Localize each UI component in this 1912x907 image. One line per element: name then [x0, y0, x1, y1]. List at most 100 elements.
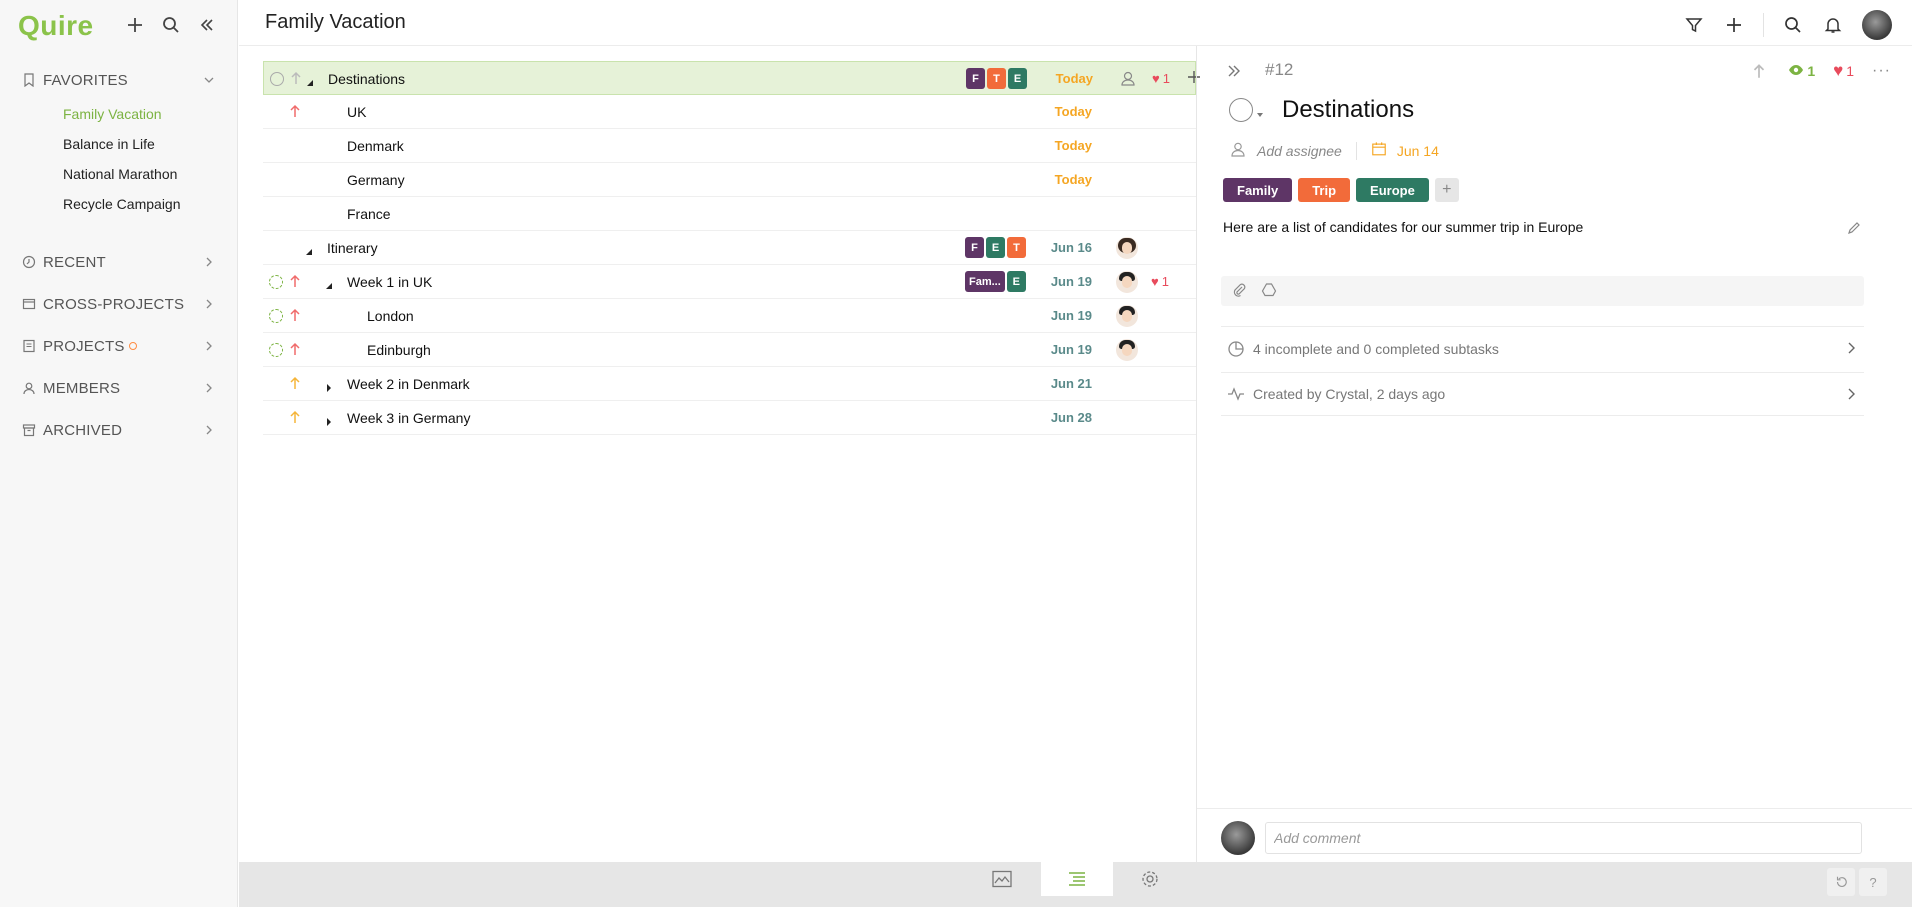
- brand-logo[interactable]: Quire: [18, 10, 94, 42]
- task-row-week-2-in-denmark[interactable]: Week 2 in Denmark Jun 21: [263, 367, 1196, 401]
- task-row-uk[interactable]: UK Today: [263, 95, 1196, 129]
- task-row-denmark[interactable]: Denmark Today: [263, 129, 1196, 163]
- task-row-week-3-in-germany[interactable]: Week 3 in Germany Jun 28: [263, 401, 1196, 435]
- task-status-circle[interactable]: [1229, 98, 1253, 122]
- expand-triangle-icon[interactable]: [325, 413, 333, 426]
- activity-summary[interactable]: Created by Crystal, 2 days ago: [1221, 372, 1864, 416]
- sidebar-item-cross-projects[interactable]: CROSS-PROJECTS: [0, 290, 238, 318]
- bell-icon[interactable]: [1822, 14, 1844, 36]
- sidebar-item-recent[interactable]: RECENT: [0, 248, 238, 276]
- tag-trip[interactable]: T: [1007, 237, 1026, 258]
- assignee-avatar[interactable]: [1116, 339, 1138, 361]
- task-due-date[interactable]: Today: [1034, 172, 1092, 187]
- tag-europe[interactable]: E: [986, 237, 1005, 258]
- expand-panel-icon[interactable]: [1223, 60, 1245, 82]
- tag-family[interactable]: F: [966, 68, 985, 89]
- sidebar-item-members[interactable]: MEMBERS: [0, 374, 238, 402]
- priority-arrow-icon[interactable]: [289, 70, 303, 86]
- timeline-view-icon[interactable]: [966, 862, 1038, 896]
- priority-arrow-icon[interactable]: [288, 341, 302, 357]
- sidebar-item-archived[interactable]: ARCHIVED: [0, 416, 238, 444]
- task-name[interactable]: UK: [347, 104, 366, 120]
- task-row-edinburgh[interactable]: Edinburgh Jun 19: [263, 333, 1196, 367]
- task-due-date[interactable]: Jun 21: [1034, 376, 1092, 391]
- user-avatar[interactable]: [1862, 10, 1892, 40]
- search-icon[interactable]: [1782, 14, 1804, 36]
- subtasks-summary[interactable]: 4 incomplete and 0 completed subtasks: [1221, 326, 1864, 370]
- favorite-item-national-marathon[interactable]: National Marathon: [63, 166, 177, 182]
- tag-europe[interactable]: Europe: [1356, 178, 1429, 202]
- task-name[interactable]: Week 1 in UK: [347, 274, 432, 290]
- expand-triangle-icon[interactable]: [325, 379, 333, 392]
- task-due-date[interactable]: Jun 19: [1034, 274, 1092, 289]
- task-due-date[interactable]: Today: [1034, 138, 1092, 153]
- caret-down-icon[interactable]: [1256, 106, 1264, 117]
- task-row-week-1-in-uk[interactable]: Week 1 in UK Fam... E Jun 19 ♥ 1: [263, 265, 1196, 299]
- list-view-icon[interactable]: [1041, 862, 1113, 896]
- more-icon[interactable]: ···: [1872, 62, 1891, 80]
- sidebar-item-projects[interactable]: PROJECTS: [0, 332, 238, 360]
- assignee-avatar[interactable]: [1116, 305, 1138, 327]
- task-name[interactable]: Germany: [347, 172, 405, 188]
- watchers-count[interactable]: 1: [1788, 63, 1815, 79]
- like-count[interactable]: ♥ 1: [1152, 71, 1170, 86]
- favorite-item-balance-in-life[interactable]: Balance in Life: [63, 136, 155, 152]
- task-due-date[interactable]: Jun 19: [1034, 342, 1092, 357]
- settings-gear-icon[interactable]: [1114, 862, 1186, 896]
- task-name[interactable]: France: [347, 206, 391, 222]
- priority-arrow-icon[interactable]: [288, 273, 302, 289]
- priority-arrow-icon[interactable]: [288, 307, 302, 323]
- task-name[interactable]: London: [367, 308, 414, 324]
- undo-icon[interactable]: [1827, 868, 1855, 896]
- tag-family[interactable]: Family: [1223, 178, 1293, 202]
- collapse-triangle-icon[interactable]: [305, 243, 313, 255]
- favorite-item-recycle-campaign[interactable]: Recycle Campaign: [63, 196, 181, 212]
- filter-icon[interactable]: [1683, 14, 1705, 36]
- like-count[interactable]: ♥ 1: [1151, 274, 1169, 289]
- assignee-avatar[interactable]: [1116, 237, 1138, 259]
- task-due-date[interactable]: Today: [1034, 104, 1092, 119]
- favorites-section[interactable]: FAVORITES: [0, 66, 238, 94]
- priority-arrow-icon[interactable]: [288, 409, 302, 425]
- priority-arrow-icon[interactable]: [288, 375, 302, 391]
- edit-pencil-icon[interactable]: [1846, 220, 1862, 236]
- assignee-placeholder-icon[interactable]: [1117, 68, 1139, 90]
- collapse-sidebar-icon[interactable]: [196, 14, 218, 36]
- task-status-in-progress[interactable]: [269, 275, 283, 289]
- tag-europe[interactable]: E: [1006, 271, 1026, 292]
- task-status-in-progress[interactable]: [269, 343, 283, 357]
- task-status-in-progress[interactable]: [269, 309, 283, 323]
- tag-family[interactable]: F: [965, 237, 984, 258]
- task-description[interactable]: Here are a list of candidates for our su…: [1223, 219, 1583, 235]
- google-drive-icon[interactable]: [1261, 282, 1277, 301]
- add-tag-button[interactable]: +: [1434, 178, 1459, 202]
- search-icon[interactable]: [160, 14, 182, 36]
- assignee-avatar[interactable]: [1116, 271, 1138, 293]
- paperclip-icon[interactable]: [1231, 282, 1247, 301]
- add-task-icon[interactable]: [1723, 14, 1745, 36]
- task-row-itinerary[interactable]: Itinerary F E T Jun 16: [263, 231, 1196, 265]
- tag-europe[interactable]: E: [1008, 68, 1027, 89]
- tag-trip[interactable]: Trip: [1298, 178, 1351, 202]
- task-due-date[interactable]: Jun 19: [1034, 308, 1092, 323]
- task-name[interactable]: Week 2 in Denmark: [347, 376, 470, 392]
- task-row-london[interactable]: London Jun 19: [263, 299, 1196, 333]
- task-row-germany[interactable]: Germany Today: [263, 163, 1196, 197]
- comment-input[interactable]: [1265, 822, 1862, 854]
- help-button[interactable]: ?: [1859, 868, 1887, 896]
- due-date[interactable]: Jun 14: [1397, 143, 1439, 159]
- priority-arrow-icon[interactable]: [288, 103, 302, 119]
- task-name[interactable]: Week 3 in Germany: [347, 410, 470, 426]
- task-due-date[interactable]: Jun 16: [1034, 240, 1092, 255]
- collapse-triangle-icon[interactable]: [325, 277, 333, 289]
- task-name[interactable]: Edinburgh: [367, 342, 431, 358]
- tag-trip[interactable]: T: [987, 68, 1006, 89]
- task-name[interactable]: Denmark: [347, 138, 404, 154]
- tag-family[interactable]: Fam...: [965, 271, 1005, 292]
- add-assignee[interactable]: Add assignee: [1257, 143, 1342, 159]
- add-icon[interactable]: [124, 14, 146, 36]
- collapse-triangle-icon[interactable]: [306, 74, 314, 86]
- task-status-circle[interactable]: [270, 72, 284, 86]
- task-name[interactable]: Destinations: [328, 71, 405, 87]
- task-due-date[interactable]: Jun 28: [1034, 410, 1092, 425]
